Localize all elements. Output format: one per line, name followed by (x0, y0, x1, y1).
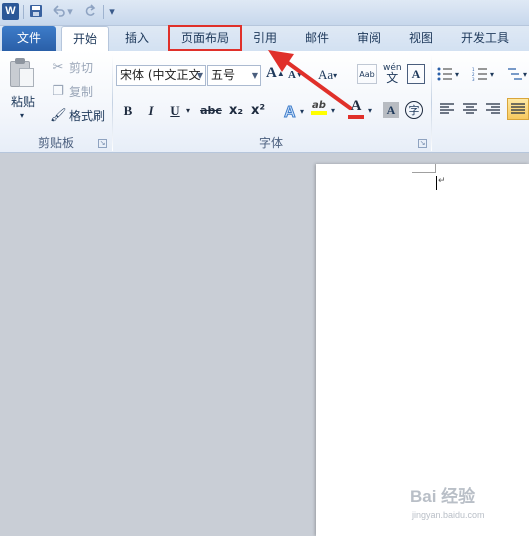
paste-icon[interactable] (10, 58, 36, 88)
tab-developer[interactable]: 开发工具 (452, 26, 518, 51)
strikethrough-button[interactable]: abc (200, 101, 222, 121)
font-name-value: 宋体 (中文正文 (120, 68, 201, 82)
clear-formatting-icon[interactable]: A​ab (357, 64, 377, 84)
character-border-icon[interactable]: A (407, 64, 425, 84)
font-group-label: 字体 (258, 136, 283, 150)
superscript-button[interactable]: x² (249, 101, 267, 121)
phonetic-char-icon: 文 (386, 71, 399, 85)
tab-view[interactable]: 视图 (401, 26, 441, 51)
enclose-characters-button[interactable]: 字 (405, 101, 423, 119)
margin-corner-mark (412, 172, 436, 173)
customize-qat-icon[interactable]: ▾ (107, 4, 117, 20)
numbering-icon: 123 (472, 67, 487, 81)
copy-button[interactable]: ❐ 复制 (50, 83, 93, 100)
cut-label: 剪切 (69, 61, 94, 75)
font-color-button[interactable]: A (348, 98, 364, 119)
grow-font-icon: A (266, 65, 277, 81)
scissors-icon: ✂ (52, 59, 64, 75)
repeat-icon[interactable] (82, 4, 98, 20)
subscript-button[interactable]: x₂ (227, 101, 245, 121)
tab-mailings[interactable]: 邮件 (297, 26, 337, 51)
underline-dropdown-icon[interactable]: ▾ (184, 101, 192, 121)
align-center-icon (463, 103, 477, 114)
quick-access-toolbar: W ▾ ▾ (0, 0, 529, 26)
clipboard-group-label: 剪贴板 (37, 136, 74, 150)
font-color-bar (348, 115, 364, 119)
chevron-down-icon: ▼ (196, 71, 203, 80)
watermark-url: jingyan.baidu.com (412, 510, 485, 520)
watermark-logo: Bai 经验 (410, 487, 476, 506)
paste-dropdown-icon[interactable]: ▾ (20, 111, 24, 120)
paste-button[interactable]: 粘贴 (11, 93, 35, 110)
multilevel-list-button[interactable]: ▾ (507, 67, 527, 81)
paste-label: 粘贴 (11, 95, 36, 109)
copy-label: 复制 (69, 85, 94, 99)
tab-review[interactable]: 审阅 (349, 26, 389, 51)
text-cursor (436, 176, 437, 190)
enclose-characters-icon: 字 (408, 104, 420, 117)
clipboard-launcher-icon[interactable]: ↘ (98, 139, 107, 148)
italic-button[interactable]: I (144, 101, 158, 121)
text-highlight-button[interactable]: ab (311, 100, 327, 115)
align-right-icon (486, 103, 500, 114)
underline-button[interactable]: U (168, 101, 182, 121)
bullets-button[interactable]: ▾ (437, 67, 459, 81)
font-name-combo[interactable]: 宋体 (中文正文 ▼ (116, 65, 206, 86)
tab-file[interactable]: 文件 (2, 26, 56, 51)
grow-font-button[interactable]: A ▲ (266, 65, 285, 82)
margin-corner-mark (435, 164, 436, 173)
qat-separator (23, 5, 24, 19)
shrink-font-button[interactable]: A ▼ (288, 69, 303, 81)
justify-button[interactable] (507, 98, 529, 120)
undo-icon[interactable] (50, 4, 66, 20)
align-center-button[interactable] (462, 102, 478, 116)
undo-dropdown-icon[interactable]: ▾ (66, 4, 74, 20)
justify-icon (511, 103, 525, 114)
multilevel-list-icon (508, 68, 522, 80)
tab-insert[interactable]: 插入 (115, 26, 159, 51)
font-color-dropdown-icon[interactable]: ▾ (368, 106, 372, 115)
text-effects-button[interactable]: A ▾ (282, 102, 305, 121)
save-icon[interactable] (28, 4, 44, 20)
highlight-dropdown-icon[interactable]: ▾ (331, 106, 335, 115)
phonetic-guide-button[interactable]: wén 文 (383, 63, 402, 85)
align-left-icon (440, 103, 454, 114)
chevron-down-icon: ▼ (251, 71, 258, 80)
cut-button[interactable]: ✂ 剪切 (50, 59, 93, 76)
word-logo-icon[interactable]: W (2, 3, 19, 20)
paragraph-mark-icon: ↵ (438, 176, 446, 186)
character-shading-icon: A (386, 102, 396, 117)
font-size-combo[interactable]: 五号 ▼ (207, 65, 261, 86)
character-shading-button[interactable]: A (383, 102, 399, 118)
change-case-button[interactable]: Aa ▾ (318, 67, 337, 83)
font-size-value: 五号 (211, 68, 236, 82)
bold-button[interactable]: B (121, 101, 135, 121)
font-launcher-icon[interactable]: ↘ (418, 139, 427, 148)
highlight-box (168, 25, 242, 51)
tab-references[interactable]: 引用 (245, 26, 285, 51)
ribbon-home: 粘贴 ▾ ✂ 剪切 ❐ 复制 🖌 格式刷 剪贴板 ↘ 宋体 (中文正文 ▼ 五号… (0, 51, 529, 153)
shrink-font-icon: A (288, 69, 296, 81)
bullets-icon (437, 67, 452, 81)
tab-home[interactable]: 开始 (61, 26, 109, 52)
align-left-button[interactable] (439, 102, 455, 116)
format-painter-button[interactable]: 🖌 格式刷 (50, 107, 105, 124)
qat-separator (103, 5, 104, 19)
paintbrush-icon: 🖌 (50, 107, 67, 123)
svg-text:3: 3 (472, 77, 475, 81)
numbering-button[interactable]: 123 ▾ (472, 67, 494, 81)
font-color-icon: A (350, 98, 362, 114)
svg-text:A: A (284, 104, 296, 120)
text-effects-icon: A (284, 104, 297, 121)
format-painter-label: 格式刷 (69, 109, 106, 123)
change-case-icon: Aa (318, 67, 334, 82)
ribbon-tabs: 文件 开始 插入 页面布局 引用 邮件 审阅 视图 开发工具 (0, 26, 529, 52)
align-right-button[interactable] (485, 102, 501, 116)
highlighter-icon: ab (312, 100, 326, 111)
copy-icon: ❐ (52, 83, 64, 99)
group-separator (431, 55, 432, 151)
highlight-color-bar (311, 111, 327, 115)
document-page[interactable] (316, 164, 529, 536)
